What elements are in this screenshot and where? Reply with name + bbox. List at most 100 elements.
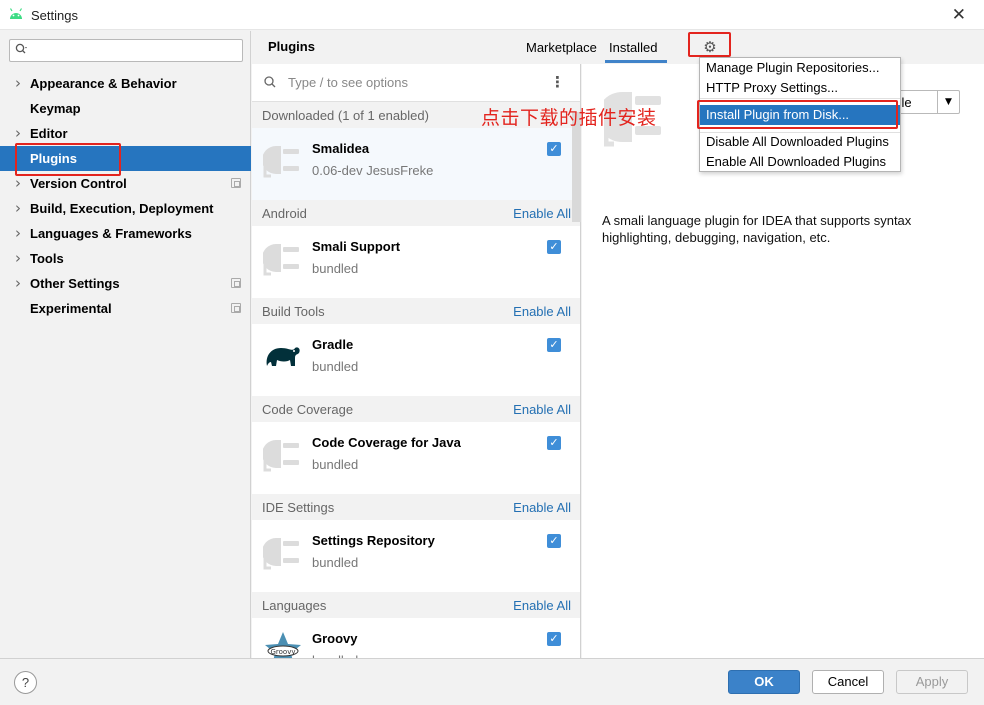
chevron-down-icon: ▼ [937,91,959,113]
plugin-enabled-checkbox[interactable]: ✓ [547,338,561,352]
enable-all-link[interactable]: Enable All [513,304,571,319]
sidebar-item-version-control[interactable]: › Version Control [0,171,251,196]
plug-icon [263,538,299,570]
sidebar-item-label: Keymap [30,101,81,116]
plug-icon [263,440,299,472]
sidebar-item-build-execution-deployment[interactable]: › Build, Execution, Deployment [0,196,251,221]
group-label: Code Coverage [262,402,354,417]
magnifier-icon [15,43,29,58]
dialog-footer: ? OK Cancel Apply [0,658,984,705]
active-tab-indicator [605,60,667,63]
sidebar-item-experimental[interactable]: Experimental [0,296,251,321]
ok-button[interactable]: OK [728,670,800,694]
plugin-name: Groovy [312,631,358,646]
plugin-name: Smali Support [312,239,401,254]
tab-installed[interactable]: Installed [609,40,657,55]
group-header: Build Tools Enable All [252,298,580,324]
plugin-row[interactable]: Settings Repository bundled ✓ [252,520,580,592]
search-placeholder: Type / to see options [288,75,408,90]
sidebar-item-appearance-behavior[interactable]: › Appearance & Behavior [0,71,251,96]
group-label: Build Tools [262,304,325,319]
android-icon [9,8,23,19]
svg-text:Groovy: Groovy [271,648,296,656]
menu-item-manage-repositories[interactable]: Manage Plugin Repositories... [700,58,900,78]
group-header: Languages Enable All [252,592,580,618]
plugin-name: Gradle [312,337,354,352]
sidebar-item-keymap[interactable]: Keymap [0,96,251,121]
plugin-list-panel: Type / to see options ⋮ Downloaded (1 of… [252,64,581,658]
sidebar-item-label: Build, Execution, Deployment [30,201,214,216]
chevron-right-icon[interactable]: › [15,246,21,271]
group-header: Android Enable All [252,200,580,226]
title-bar: Settings ✕ [0,0,984,30]
plugin-row[interactable]: GroovyGroovybundled✓ [252,618,580,658]
plugin-row[interactable]: Code Coverage for Java bundled ✓ [252,422,580,494]
plugin-meta: bundled [312,457,359,472]
sidebar-item-plugins[interactable]: Plugins [0,146,251,171]
enable-all-link[interactable]: Enable All [513,598,571,613]
plugin-enabled-checkbox[interactable]: ✓ [547,632,561,646]
plugin-name: Settings Repository [312,533,435,548]
plugin-enabled-checkbox[interactable]: ✓ [547,142,561,156]
sidebar-item-label: Tools [30,251,64,266]
plug-icon [263,146,299,178]
menu-item-enable-downloaded[interactable]: Enable All Downloaded Plugins [700,152,900,172]
close-icon[interactable]: ✕ [952,5,966,25]
chevron-right-icon[interactable]: › [15,121,21,146]
sidebar-item-label: Other Settings [30,276,120,291]
plugin-meta: bundled [312,555,359,570]
page-title: Plugins [268,39,315,54]
chevron-right-icon[interactable]: › [15,221,21,246]
gear-icon[interactable]: ⚙ [699,36,721,58]
annotation-note: 点击下载的插件安装 [481,107,657,129]
group-header: Code Coverage Enable All [252,396,580,422]
enable-all-link[interactable]: Enable All [513,500,571,515]
group-label: IDE Settings [262,500,335,515]
plugin-meta: bundled [312,359,359,374]
project-scope-icon [231,303,241,313]
plugin-list: Downloaded (1 of 1 enabled) Smalidea 0.06-… [252,102,580,658]
group-header: IDE Settings Enable All [252,494,580,520]
sidebar-item-label: Languages & Frameworks [30,226,192,241]
gradle-elephant-icon [266,347,300,366]
plugin-enabled-checkbox[interactable]: ✓ [547,534,561,548]
plugin-row[interactable]: Smalidea 0.06-dev JesusFreke ✓ [252,128,580,200]
menu-item-disable-downloaded[interactable]: Disable All Downloaded Plugins [700,132,900,152]
project-scope-icon [231,178,241,188]
settings-search-input[interactable] [9,39,243,62]
group-label: Android [262,206,307,221]
cancel-button[interactable]: Cancel [812,670,884,694]
gear-popup-menu: Manage Plugin Repositories... HTTP Proxy… [699,57,901,172]
menu-item-install-from-disk[interactable]: Install Plugin from Disk... [700,105,900,125]
chevron-right-icon[interactable]: › [15,71,21,96]
sidebar-item-editor[interactable]: › Editor [0,121,251,146]
plugin-search-input[interactable]: Type / to see options ⋮ [252,64,580,102]
plugin-meta: 0.06-dev JesusFreke [312,163,434,178]
plugin-row[interactable]: Smali Support bundled ✓ [252,226,580,298]
group-label: Downloaded (1 of 1 enabled) [262,108,429,123]
apply-button[interactable]: Apply [896,670,968,694]
sidebar-item-label: Editor [30,126,68,141]
enable-all-link[interactable]: Enable All [513,402,571,417]
plugin-enabled-checkbox[interactable]: ✓ [547,240,561,254]
window-title: Settings [31,8,78,23]
sidebar-item-tools[interactable]: › Tools [0,246,251,271]
sidebar-item-languages-frameworks[interactable]: › Languages & Frameworks [0,221,251,246]
plugin-meta: bundled [312,261,359,276]
sidebar-item-label: Appearance & Behavior [30,76,177,91]
tab-marketplace[interactable]: Marketplace [526,40,597,55]
more-options-icon[interactable]: ⋮ [550,73,565,91]
chevron-right-icon[interactable]: › [15,196,21,221]
plugin-description: A smali language plugin for IDEA that su… [602,213,912,245]
enable-all-link[interactable]: Enable All [513,206,571,221]
sidebar-item-label: Version Control [30,176,127,191]
help-button[interactable]: ? [14,671,37,694]
chevron-right-icon[interactable]: › [15,271,21,296]
menu-item-http-proxy[interactable]: HTTP Proxy Settings... [700,78,900,98]
groovy-star-icon: Groovy [265,632,301,658]
sidebar-item-other-settings[interactable]: › Other Settings [0,271,251,296]
chevron-right-icon[interactable]: › [15,171,21,196]
plugin-row[interactable]: Gradle bundled ✓ [252,324,580,396]
sidebar-tree: › Appearance & Behavior Keymap › Editor Plugi… [0,71,251,321]
plugin-enabled-checkbox[interactable]: ✓ [547,436,561,450]
